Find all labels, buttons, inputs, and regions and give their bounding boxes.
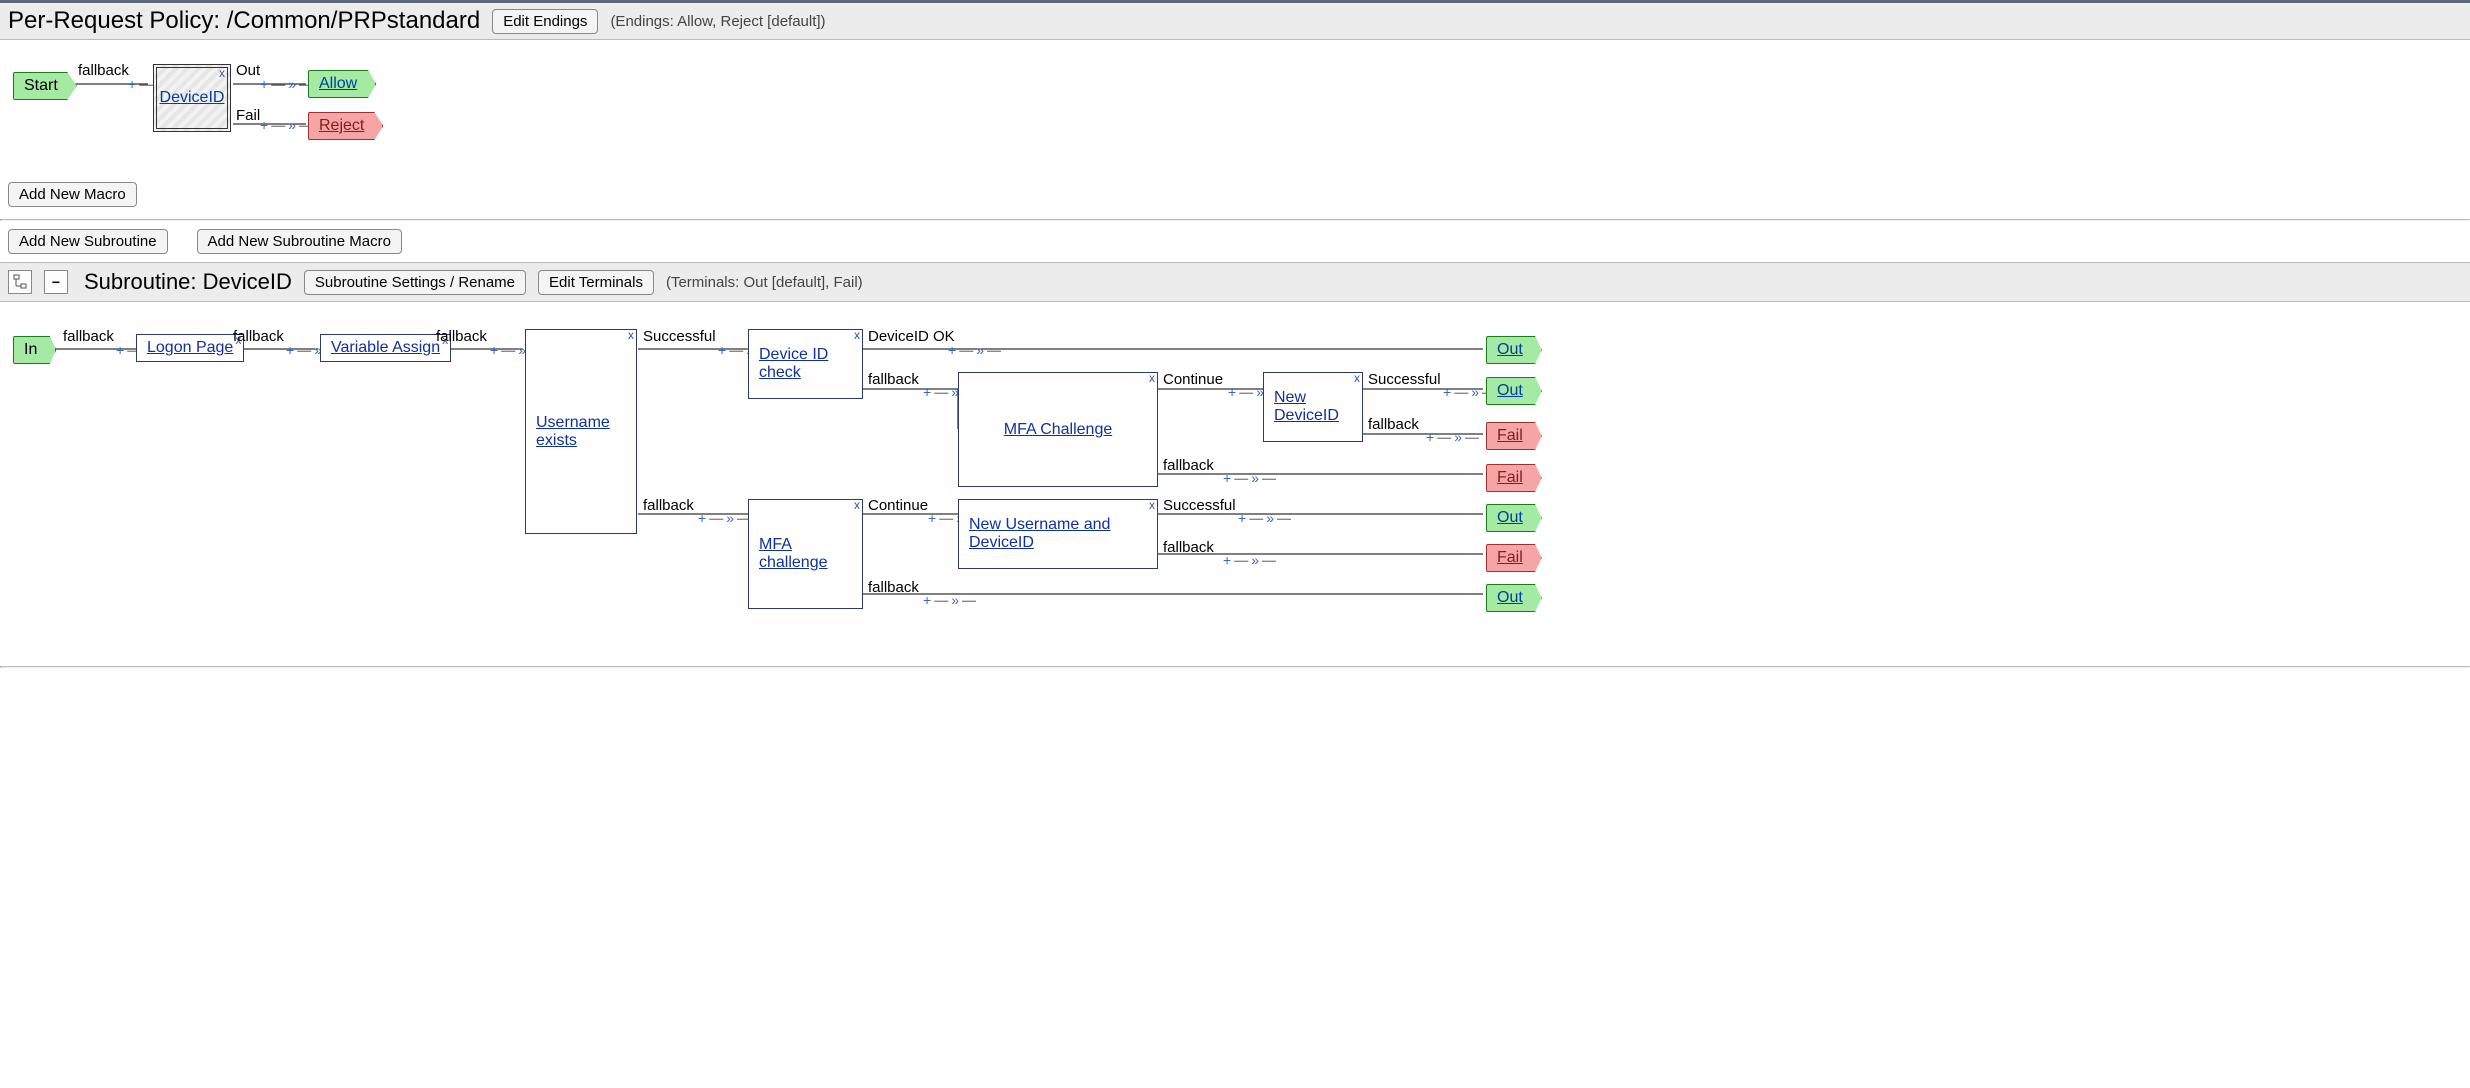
add-action-icon[interactable]: +—»— <box>698 510 751 526</box>
subroutine-settings-button[interactable]: Subroutine Settings / Rename <box>304 270 526 295</box>
terminal-fail-label: Fail <box>1497 469 1523 487</box>
add-action-icon[interactable]: +—»— <box>923 592 976 608</box>
macro-deviceid-node[interactable]: x DeviceID <box>153 64 231 132</box>
new-username-deviceid-node[interactable]: x New Username and DeviceID <box>958 499 1158 569</box>
start-label: Start <box>24 77 58 95</box>
terminals-hint: (Terminals: Out [default], Fail) <box>666 274 863 291</box>
branch-label: fallback <box>436 328 487 345</box>
in-node: In <box>13 336 56 364</box>
branch-label: Successful <box>643 328 716 345</box>
delete-node-icon[interactable]: x <box>1149 498 1155 512</box>
terminal-fail[interactable]: Fail <box>1486 464 1542 492</box>
terminal-fail-label: Fail <box>1497 427 1523 445</box>
terminal-reject[interactable]: Reject <box>308 112 383 140</box>
new-deviceid-node[interactable]: x New DeviceID <box>1263 372 1363 442</box>
branch-label: fallback <box>233 328 284 345</box>
variable-assign-node[interactable]: x Variable Assign <box>320 334 451 362</box>
delete-node-icon[interactable]: x <box>1149 371 1155 385</box>
terminal-allow-label: Allow <box>319 75 357 93</box>
branch-label-out: Out <box>236 62 260 79</box>
edit-endings-button[interactable]: Edit Endings <box>492 9 598 34</box>
terminal-fail[interactable]: Fail <box>1486 422 1542 450</box>
terminal-allow[interactable]: Allow <box>308 70 376 98</box>
branch-label: fallback <box>1368 416 1419 433</box>
new-deviceid-label: New DeviceID <box>1274 389 1352 425</box>
section-divider <box>0 666 2470 668</box>
branch-label: fallback <box>1163 457 1214 474</box>
username-exists-label: Username exists <box>536 414 626 450</box>
variable-assign-label: Variable Assign <box>331 339 440 357</box>
terminal-out-label: Out <box>1497 341 1523 359</box>
logon-page-node[interactable]: x Logon Page <box>136 334 244 362</box>
branch-label: fallback <box>63 328 114 345</box>
terminal-out[interactable]: Out <box>1486 377 1542 405</box>
terminal-fail[interactable]: Fail <box>1486 544 1542 572</box>
collapse-symbol: − <box>52 275 60 289</box>
mfa-challenge-lower-node[interactable]: x MFA challenge <box>748 499 863 609</box>
mfa-challenge-upper-label: MFA Challenge <box>1004 421 1113 439</box>
add-action-icon[interactable]: +— <box>128 76 153 92</box>
add-action-icon[interactable]: +—»— <box>948 342 1001 358</box>
device-id-check-node[interactable]: x Device ID check <box>748 329 863 399</box>
add-action-icon[interactable]: +—»— <box>260 117 313 133</box>
add-action-icon[interactable]: +—»— <box>1238 510 1291 526</box>
subroutine-flow-panel: In fallback +— x Logon Page fallback +—»… <box>0 302 2470 666</box>
add-action-icon[interactable]: +—»— <box>1223 470 1276 486</box>
add-new-macro-button[interactable]: Add New Macro <box>8 182 137 207</box>
edit-terminals-button[interactable]: Edit Terminals <box>538 270 654 295</box>
in-label: In <box>24 341 37 359</box>
terminal-out[interactable]: Out <box>1486 584 1542 612</box>
subroutine-tree-icon[interactable] <box>8 270 32 294</box>
subroutine-title: Subroutine: DeviceID <box>84 269 292 295</box>
add-new-subroutine-macro-button[interactable]: Add New Subroutine Macro <box>197 229 402 254</box>
branch-label-fail: Fail <box>236 107 260 124</box>
mfa-challenge-lower-label: MFA challenge <box>759 536 852 572</box>
terminal-out-label: Out <box>1497 509 1523 527</box>
policy-title: Per-Request Policy: /Common/PRPstandard <box>8 7 480 35</box>
device-id-check-label: Device ID check <box>759 346 852 382</box>
terminal-out[interactable]: Out <box>1486 336 1542 364</box>
terminal-out-label: Out <box>1497 589 1523 607</box>
terminal-out-label: Out <box>1497 382 1523 400</box>
policy-header: Per-Request Policy: /Common/PRPstandard … <box>0 0 2470 40</box>
branch-label: fallback <box>868 371 919 388</box>
terminal-reject-label: Reject <box>319 117 364 135</box>
terminal-fail-label: Fail <box>1497 549 1523 567</box>
branch-label: DeviceID OK <box>868 328 955 345</box>
branch-label: fallback <box>868 579 919 596</box>
branch-label: Successful <box>1163 497 1236 514</box>
endings-hint: (Endings: Allow, Reject [default]) <box>610 13 825 30</box>
branch-label: Continue <box>868 497 928 514</box>
branch-label-fallback: fallback <box>78 62 129 79</box>
collapse-toggle-icon[interactable]: − <box>44 270 68 294</box>
delete-node-icon[interactable]: x <box>854 498 860 512</box>
terminal-out[interactable]: Out <box>1486 504 1542 532</box>
subroutine-header: − Subroutine: DeviceID Subroutine Settin… <box>0 262 2470 302</box>
new-username-deviceid-label: New Username and DeviceID <box>969 516 1147 552</box>
add-action-icon[interactable]: +—»— <box>260 76 313 92</box>
delete-node-icon[interactable]: x <box>628 328 634 342</box>
add-new-subroutine-button[interactable]: Add New Subroutine <box>8 229 168 254</box>
logon-page-label: Logon Page <box>147 339 233 357</box>
branch-label: fallback <box>643 497 694 514</box>
delete-node-icon[interactable]: x <box>854 328 860 342</box>
delete-macro-icon[interactable]: x <box>219 66 225 80</box>
main-flow-area: Start fallback +— x DeviceID Out +—»— Fa… <box>8 52 1548 182</box>
mfa-challenge-upper-node[interactable]: x MFA Challenge <box>958 372 1158 487</box>
subroutine-flow-area: In fallback +— x Logon Page fallback +—»… <box>8 314 1548 654</box>
branch-label: Continue <box>1163 371 1223 388</box>
macro-deviceid-label: DeviceID <box>160 89 225 107</box>
main-flow-panel: Start fallback +— x DeviceID Out +—»— Fa… <box>0 40 2470 219</box>
subroutine-buttons-row: Add New Subroutine Add New Subroutine Ma… <box>0 221 2470 262</box>
start-node: Start <box>13 72 77 100</box>
branch-label: Successful <box>1368 371 1441 388</box>
username-exists-node[interactable]: x Username exists <box>525 329 637 534</box>
branch-label: fallback <box>1163 539 1214 556</box>
add-action-icon[interactable]: +—»— <box>1426 429 1479 445</box>
delete-node-icon[interactable]: x <box>1354 371 1360 385</box>
add-action-icon[interactable]: +—»— <box>1223 552 1276 568</box>
